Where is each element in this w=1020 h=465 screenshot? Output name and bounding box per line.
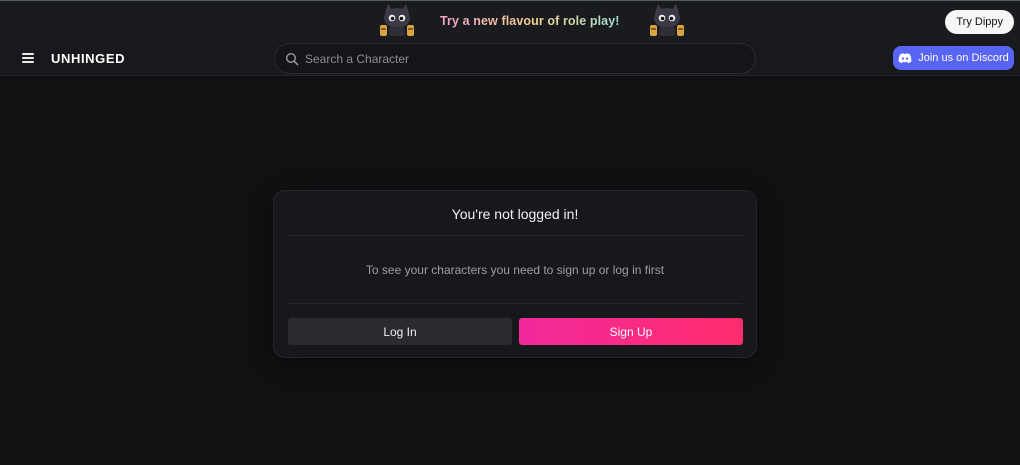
top-nav: UNHINGED Join us on Discord bbox=[0, 41, 1020, 76]
card-message: To see your characters you need to sign … bbox=[365, 263, 665, 277]
menu-icon[interactable] bbox=[22, 53, 34, 63]
discord-label: Join us on Discord bbox=[918, 52, 1009, 64]
discord-button[interactable]: Join us on Discord bbox=[893, 46, 1014, 70]
cat-mascot-icon bbox=[380, 4, 414, 36]
search-icon bbox=[285, 52, 299, 65]
promo-text[interactable]: Try a new flavour of role play! bbox=[440, 14, 620, 28]
login-required-card: You're not logged in! To see your charac… bbox=[273, 190, 757, 358]
promo-banner[interactable]: Try a new flavour of role play! Try Dipp… bbox=[0, 1, 1020, 41]
try-dippy-button[interactable]: Try Dippy bbox=[945, 10, 1014, 34]
logo[interactable]: UNHINGED bbox=[51, 51, 125, 66]
cat-mascot-icon bbox=[649, 4, 684, 36]
search-input[interactable] bbox=[305, 51, 755, 66]
card-title: You're not logged in! bbox=[451, 206, 579, 222]
search-bar[interactable] bbox=[274, 43, 756, 74]
promo-content[interactable]: Try a new flavour of role play! bbox=[376, 1, 688, 41]
login-button[interactable]: Log In bbox=[288, 318, 512, 345]
discord-icon bbox=[898, 52, 912, 63]
signup-button[interactable]: Sign Up bbox=[519, 318, 743, 345]
divider bbox=[288, 235, 742, 236]
divider bbox=[288, 303, 742, 304]
